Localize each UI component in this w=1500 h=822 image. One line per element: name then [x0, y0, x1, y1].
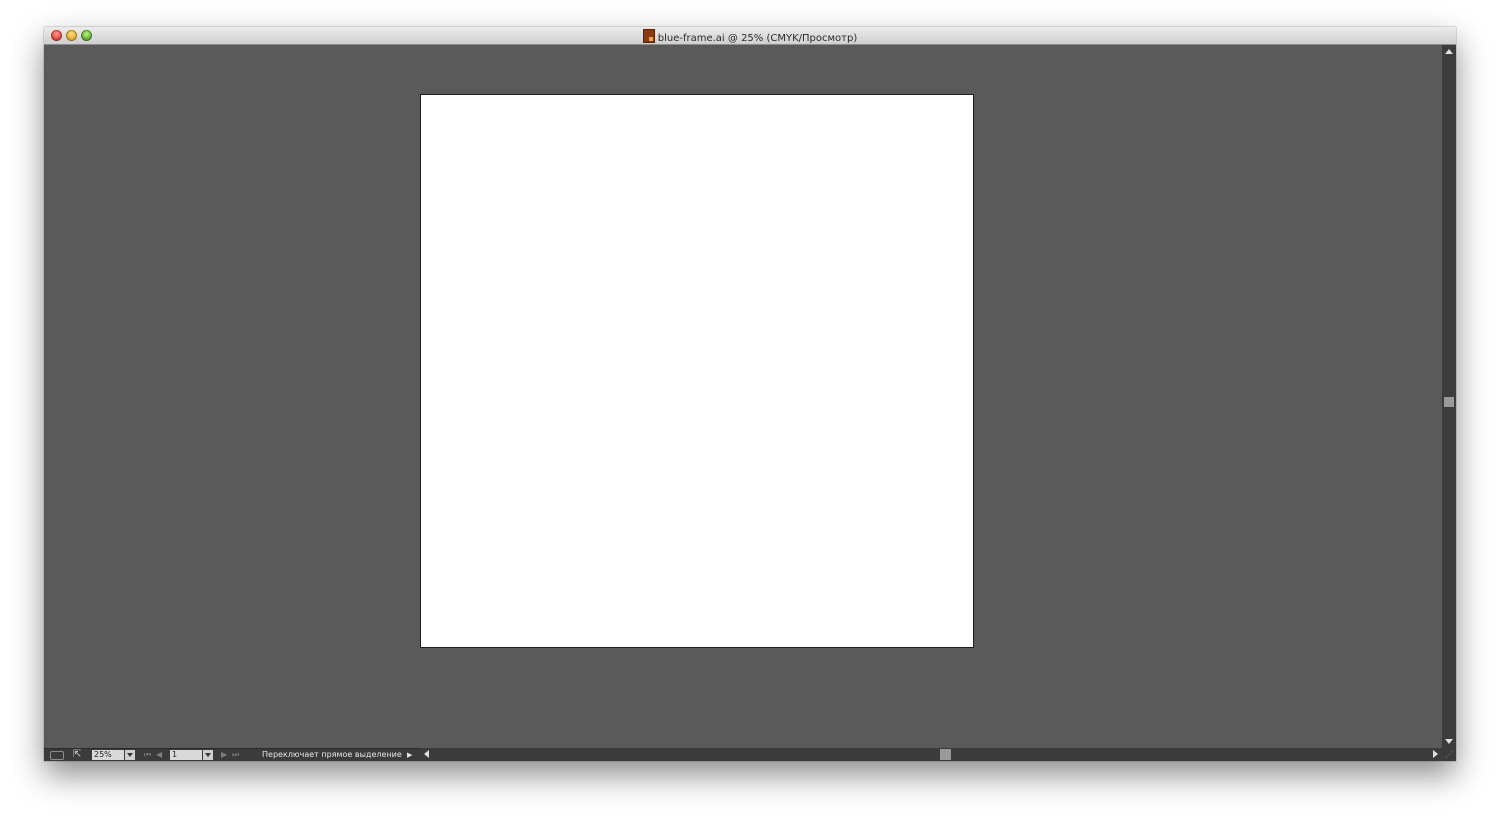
scroll-right-arrow-icon[interactable]: [1433, 750, 1438, 758]
share-icon[interactable]: ⇱: [73, 749, 81, 761]
horizontal-scrollbar[interactable]: [418, 748, 1442, 761]
window-title: blue-frame.ai @ 25% (CMYK/Просмотр): [44, 29, 1456, 45]
document-window: blue-frame.ai @ 25% (CMYK/Просмотр) ⇱ 25…: [44, 27, 1456, 761]
next-artboard-button[interactable]: ▶: [221, 750, 227, 760]
resize-grip-icon[interactable]: ⋰: [1442, 748, 1456, 761]
status-menu-arrow-icon[interactable]: ▶: [407, 750, 412, 760]
status-text: Переключает прямое выделение: [262, 750, 402, 759]
title-bar[interactable]: blue-frame.ai @ 25% (CMYK/Просмотр): [44, 27, 1456, 45]
artboard[interactable]: [420, 94, 974, 648]
horizontal-scroll-thumb[interactable]: [940, 749, 951, 760]
scroll-left-arrow-icon[interactable]: [424, 750, 429, 758]
first-artboard-button[interactable]: ⏮: [144, 750, 151, 760]
scroll-down-arrow-icon[interactable]: [1445, 739, 1453, 744]
last-artboard-button[interactable]: ⏭: [232, 750, 239, 760]
artboard-dropdown-button[interactable]: [203, 750, 213, 760]
window-title-text: blue-frame.ai @ 25% (CMYK/Просмотр): [657, 33, 858, 44]
toggle-screen-mode-icon[interactable]: [50, 751, 64, 760]
zoom-level-field[interactable]: 25%: [92, 750, 124, 760]
vertical-scroll-thumb[interactable]: [1444, 397, 1454, 407]
scroll-up-arrow-icon[interactable]: [1445, 49, 1453, 54]
artboard-number-field[interactable]: 1: [170, 750, 202, 760]
vertical-scrollbar[interactable]: [1442, 45, 1456, 748]
canvas-area[interactable]: [44, 45, 1442, 748]
illustrator-doc-icon: [642, 29, 655, 43]
zoom-dropdown-button[interactable]: [125, 750, 135, 760]
previous-artboard-button[interactable]: ◀: [156, 750, 162, 760]
